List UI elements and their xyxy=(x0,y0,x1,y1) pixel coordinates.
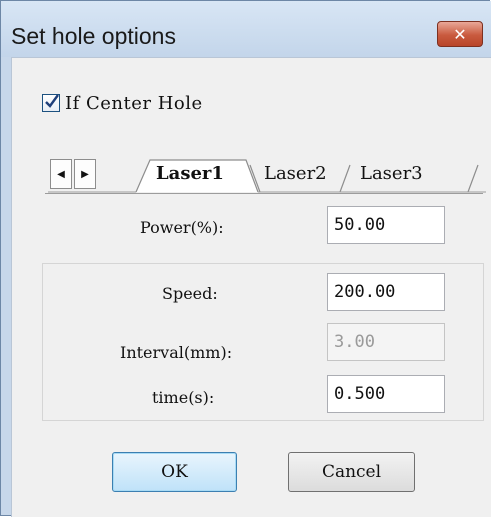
close-icon: ✕ xyxy=(453,24,467,44)
time-label: time(s): xyxy=(152,388,215,407)
laser-tab-strip: ◀ ▶ Laser1 Laser2 Laser3 xyxy=(48,159,486,193)
speed-label: Speed: xyxy=(162,284,218,303)
ok-button[interactable]: OK xyxy=(112,452,237,492)
chevron-left-icon: ◀ xyxy=(57,168,65,180)
speed-input[interactable]: 200.00 xyxy=(327,273,445,311)
center-hole-checkbox[interactable] xyxy=(42,94,60,112)
set-hole-options-dialog: Set hole options ✕ If Center Hole ◀ ▶ La… xyxy=(0,0,491,517)
power-label: Power(%): xyxy=(140,218,224,237)
dialog-body: If Center Hole ◀ ▶ Laser1 Laser2 Laser3 … xyxy=(11,57,491,517)
title-bar[interactable]: Set hole options ✕ xyxy=(1,1,491,57)
tab-laser3[interactable]: Laser3 xyxy=(360,163,423,184)
center-hole-row: If Center Hole xyxy=(42,92,203,114)
close-button[interactable]: ✕ xyxy=(437,21,483,47)
center-hole-label: If Center Hole xyxy=(65,92,203,114)
time-input[interactable]: 0.500 xyxy=(327,375,445,413)
tab-laser1[interactable]: Laser1 xyxy=(156,163,224,184)
dialog-title: Set hole options xyxy=(11,23,176,49)
tab-scroll-left-button[interactable]: ◀ xyxy=(50,159,72,189)
interval-input: 3.00 xyxy=(327,323,445,361)
checkmark-icon xyxy=(45,94,59,108)
tab-scroll-right-button[interactable]: ▶ xyxy=(74,159,96,189)
cancel-button[interactable]: Cancel xyxy=(288,452,415,492)
interval-label: Interval(mm): xyxy=(120,343,233,362)
power-input[interactable]: 50.00 xyxy=(327,206,445,244)
chevron-right-icon: ▶ xyxy=(81,168,89,180)
tab-laser2[interactable]: Laser2 xyxy=(264,163,327,184)
